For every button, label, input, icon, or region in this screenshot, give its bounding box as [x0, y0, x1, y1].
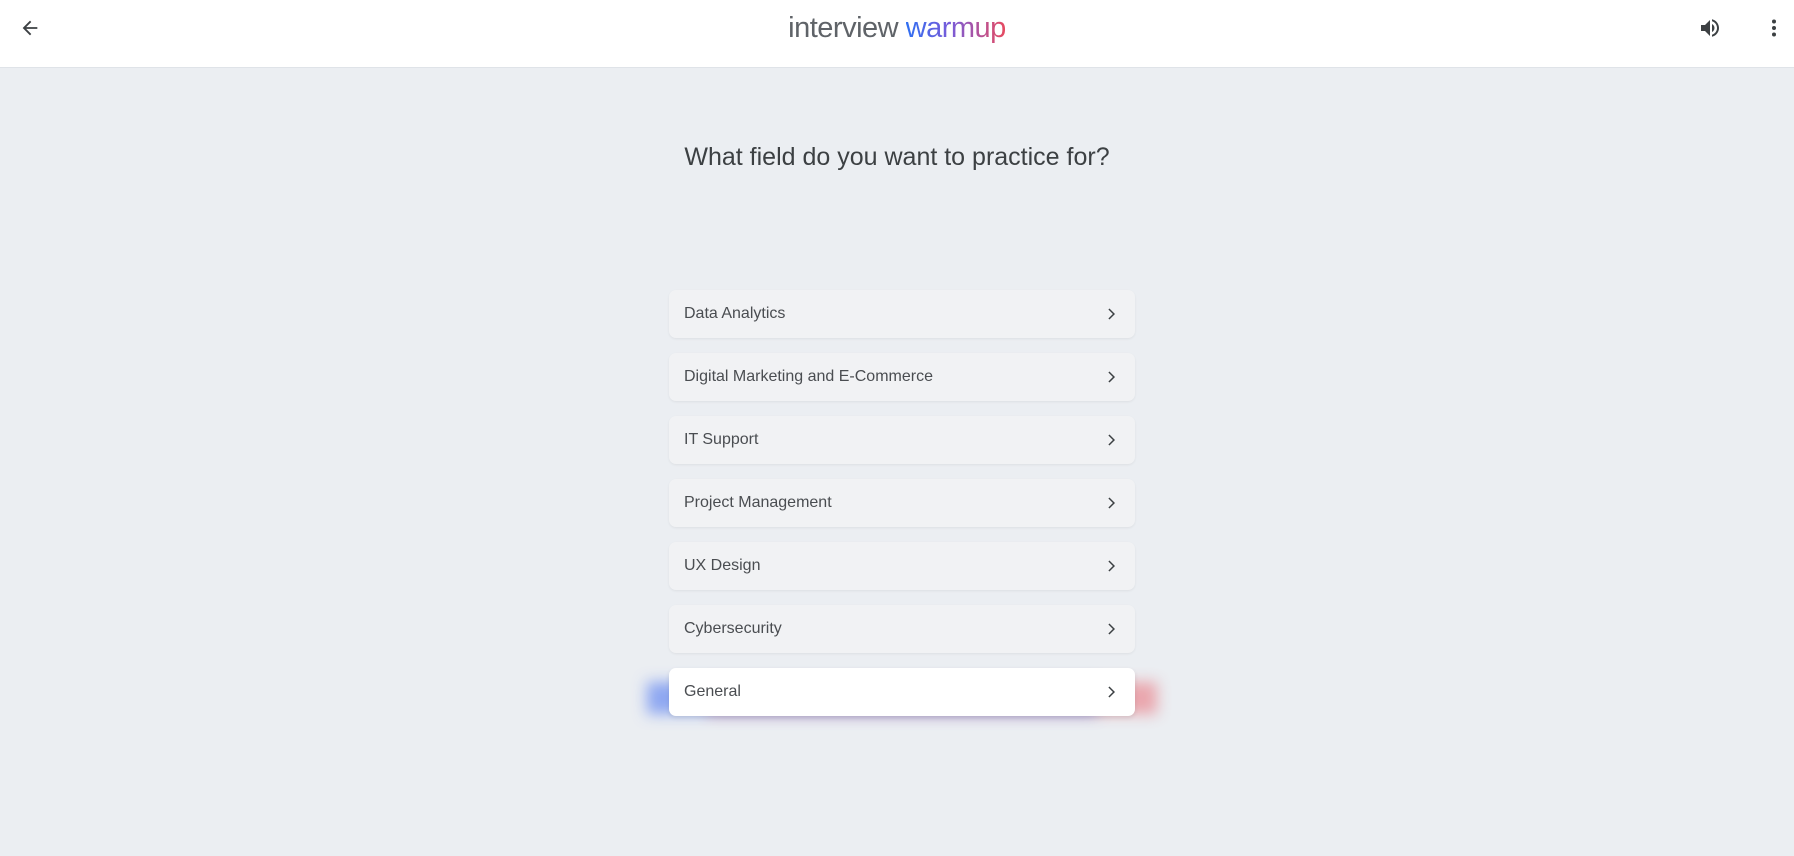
chevron-right-icon — [1103, 557, 1121, 575]
page-title: What field do you want to practice for? — [684, 143, 1110, 171]
more-options-button[interactable] — [1752, 6, 1794, 50]
logo-text-warmup: warmup — [905, 12, 1007, 44]
app-logo: interview warmup — [0, 8, 1794, 48]
option-cybersecurity[interactable]: Cybersecurity — [669, 605, 1135, 653]
option-ux-design[interactable]: UX Design — [669, 542, 1135, 590]
chevron-right-icon — [1103, 683, 1121, 701]
field-options-list: Data Analytics Digital Marketing and E-C… — [669, 290, 1135, 731]
option-label: General — [684, 683, 741, 700]
option-label: Project Management — [684, 494, 832, 511]
chevron-right-icon — [1103, 305, 1121, 323]
chevron-right-icon — [1103, 620, 1121, 638]
logo-text-interview: interview — [788, 12, 906, 44]
option-project-management[interactable]: Project Management — [669, 479, 1135, 527]
option-general[interactable]: General — [669, 668, 1135, 716]
chevron-right-icon — [1103, 368, 1121, 386]
top-bar: interview warmup — [0, 0, 1794, 68]
chevron-right-icon — [1103, 494, 1121, 512]
option-it-support[interactable]: IT Support — [669, 416, 1135, 464]
option-label: Data Analytics — [684, 305, 786, 322]
more-vertical-icon — [1772, 19, 1776, 37]
option-digital-marketing[interactable]: Digital Marketing and E-Commerce — [669, 353, 1135, 401]
volume-up-icon — [1701, 19, 1719, 37]
option-label: Digital Marketing and E-Commerce — [684, 368, 933, 385]
option-label: IT Support — [684, 431, 759, 448]
option-label: Cybersecurity — [684, 620, 782, 637]
option-label: UX Design — [684, 557, 761, 574]
sound-button[interactable] — [1688, 6, 1732, 50]
chevron-right-icon — [1103, 431, 1121, 449]
option-data-analytics[interactable]: Data Analytics — [669, 290, 1135, 338]
